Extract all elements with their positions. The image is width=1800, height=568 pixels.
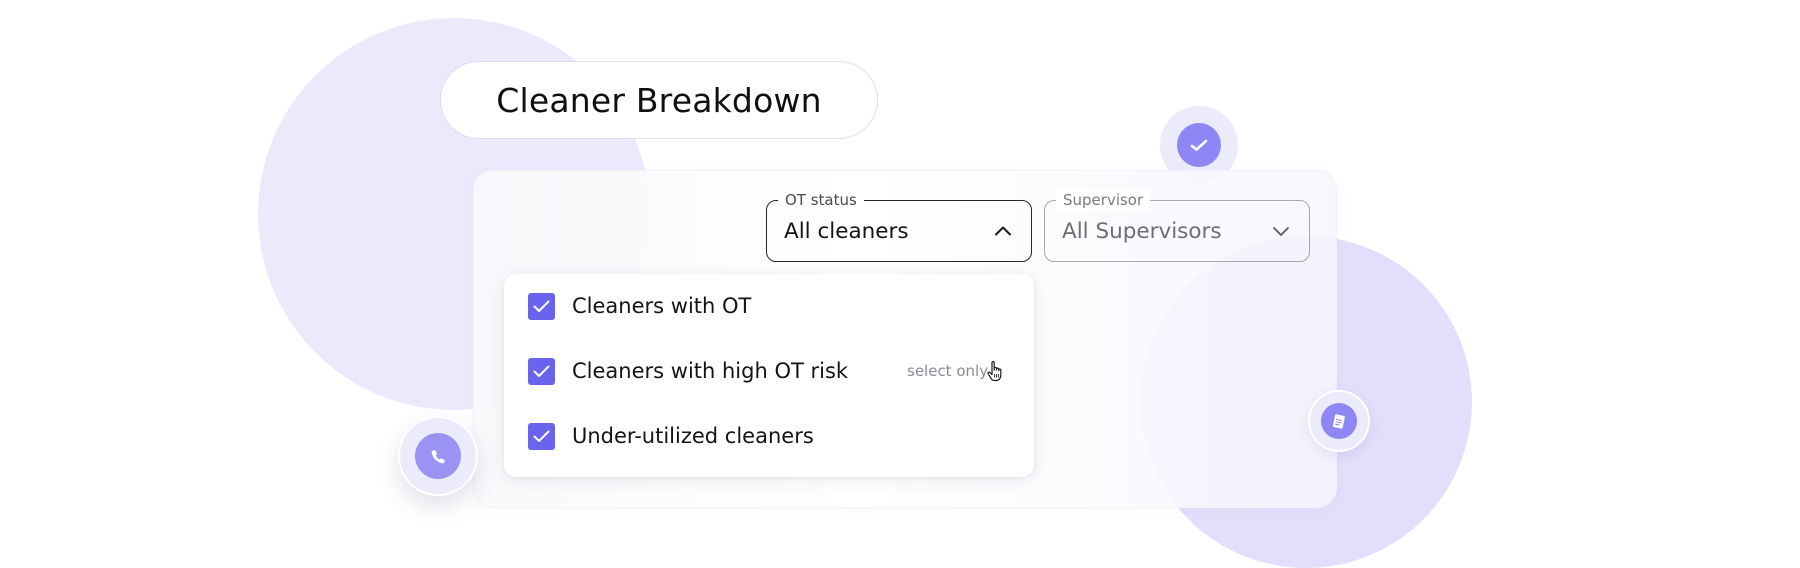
clipboard-badge: [1308, 390, 1370, 452]
phone-icon: [415, 433, 461, 479]
menu-item-label: Cleaners with OT: [572, 294, 752, 318]
page-title: Cleaner Breakdown: [440, 61, 878, 139]
checkbox-checked[interactable]: [528, 422, 555, 450]
supervisor-value: All Supervisors: [1062, 218, 1222, 244]
chevron-down-icon[interactable]: [1271, 221, 1291, 241]
ot-status-label: OT status: [778, 189, 864, 211]
menu-item-cleaners-with-ot[interactable]: Cleaners with OT: [504, 274, 1034, 338]
menu-item-under-utilized-cleaners[interactable]: Under-utilized cleaners: [504, 404, 1034, 468]
checkmark-icon: [1177, 123, 1221, 167]
clipboard-icon: [1321, 403, 1357, 439]
menu-item-cleaners-with-high-ot-risk[interactable]: Cleaners with high OT risk select only: [504, 339, 1034, 403]
phone-badge: [398, 416, 478, 496]
checkbox-checked[interactable]: [528, 357, 555, 385]
checkbox-checked[interactable]: [528, 292, 555, 320]
pointer-hand-icon: [987, 361, 1002, 382]
page-title-text: Cleaner Breakdown: [496, 80, 822, 120]
menu-item-label: Under-utilized cleaners: [572, 424, 814, 448]
ot-status-dropdown-menu: Cleaners with OT Cleaners with high OT r…: [504, 274, 1034, 477]
chevron-up-icon[interactable]: [993, 221, 1013, 241]
ot-status-value: All cleaners: [784, 218, 909, 244]
supervisor-label: Supervisor: [1056, 189, 1151, 211]
supervisor-select[interactable]: Supervisor All Supervisors: [1044, 189, 1310, 262]
menu-item-label: Cleaners with high OT risk: [572, 359, 849, 383]
ot-status-select[interactable]: OT status All cleaners: [766, 189, 1032, 262]
select-only-link[interactable]: select only: [907, 362, 988, 380]
